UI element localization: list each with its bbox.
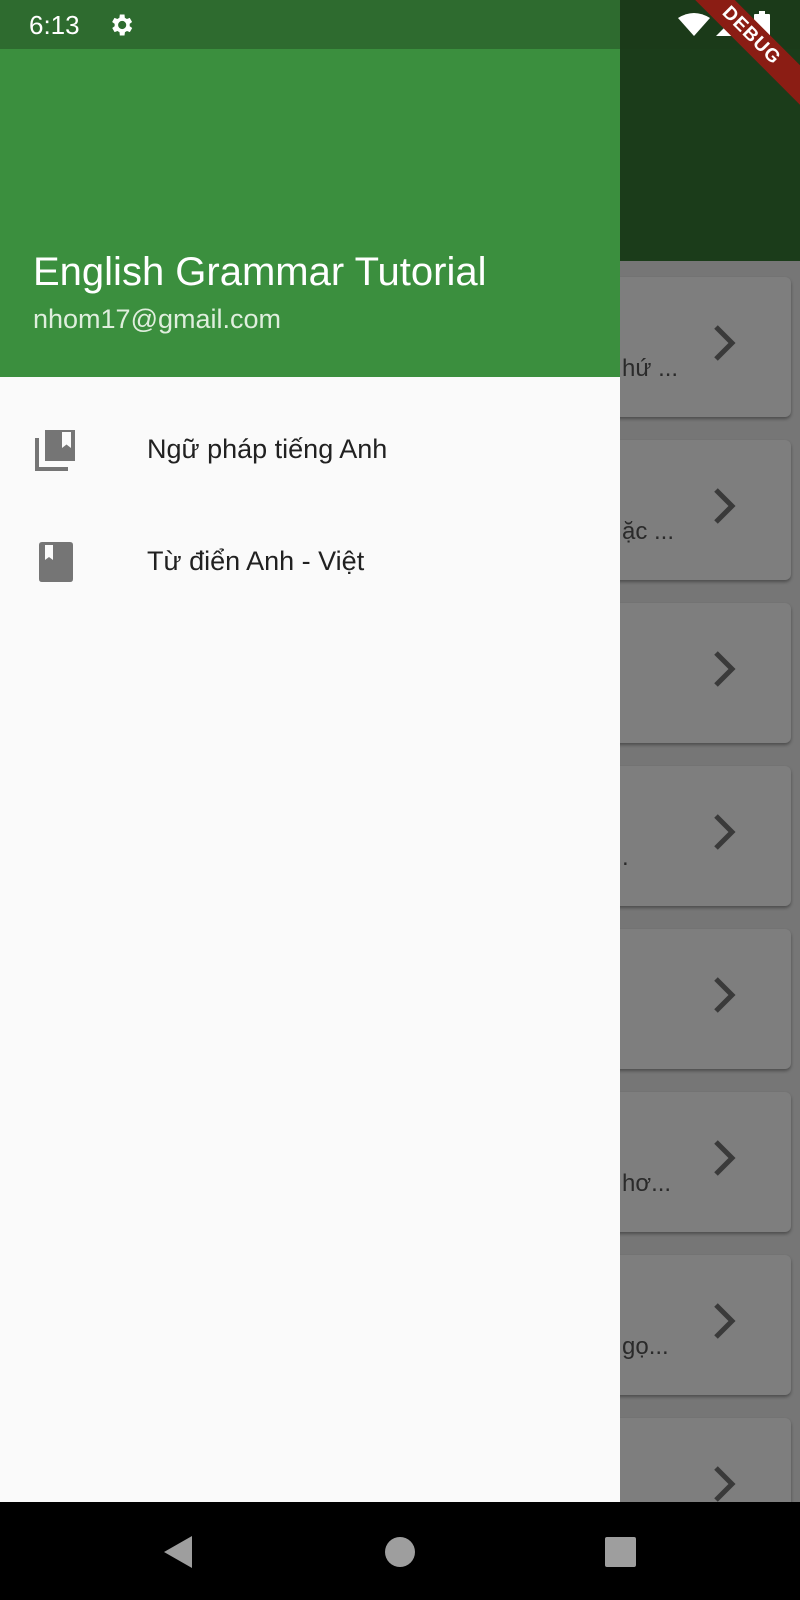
- card-snippet: gọ...: [622, 1333, 669, 1360]
- recents-icon[interactable]: [605, 1537, 636, 1567]
- library-books-icon: [35, 430, 75, 471]
- drawer-header: English Grammar Tutorial nhom17@gmail.co…: [0, 49, 620, 377]
- chevron-right-icon: [714, 1303, 736, 1339]
- chevron-right-icon: [714, 1466, 736, 1502]
- chevron-right-icon: [714, 651, 736, 687]
- chevron-right-icon: [714, 1140, 736, 1176]
- status-bar: 6:13: [0, 0, 800, 49]
- status-time: 6:13: [29, 10, 80, 40]
- chevron-right-icon: [714, 977, 736, 1013]
- card-snippet: hơ...: [622, 1170, 672, 1197]
- settings-gear-icon: [112, 14, 133, 36]
- wifi-icon: [678, 13, 710, 36]
- chevron-right-icon: [714, 325, 736, 361]
- home-icon[interactable]: [384, 1536, 416, 1568]
- drawer-email: nhom17@gmail.com: [33, 304, 282, 334]
- system-nav-bar: [0, 1502, 800, 1600]
- navigation-drawer: English Grammar Tutorial nhom17@gmail.co…: [0, 0, 620, 1502]
- card-snippet: .: [622, 844, 629, 871]
- chevron-right-icon: [714, 814, 736, 850]
- drawer-item-grammar[interactable]: Ngữ pháp tiếng Anh: [0, 394, 620, 506]
- card-snippet: hứ ...: [622, 355, 679, 382]
- book-icon: [39, 542, 73, 582]
- chevron-right-icon: [714, 488, 736, 524]
- card-snippet: ặc ...: [622, 518, 675, 545]
- drawer-item-label: Ngữ pháp tiếng Anh: [147, 434, 388, 464]
- back-icon[interactable]: [162, 1534, 194, 1570]
- drawer-item-label: Từ điển Anh - Việt: [147, 546, 365, 576]
- status-bar-drawer-overlay: [0, 0, 620, 49]
- drawer-item-dictionary[interactable]: Từ điển Anh - Việt: [0, 506, 620, 618]
- drawer-title: English Grammar Tutorial: [33, 250, 487, 294]
